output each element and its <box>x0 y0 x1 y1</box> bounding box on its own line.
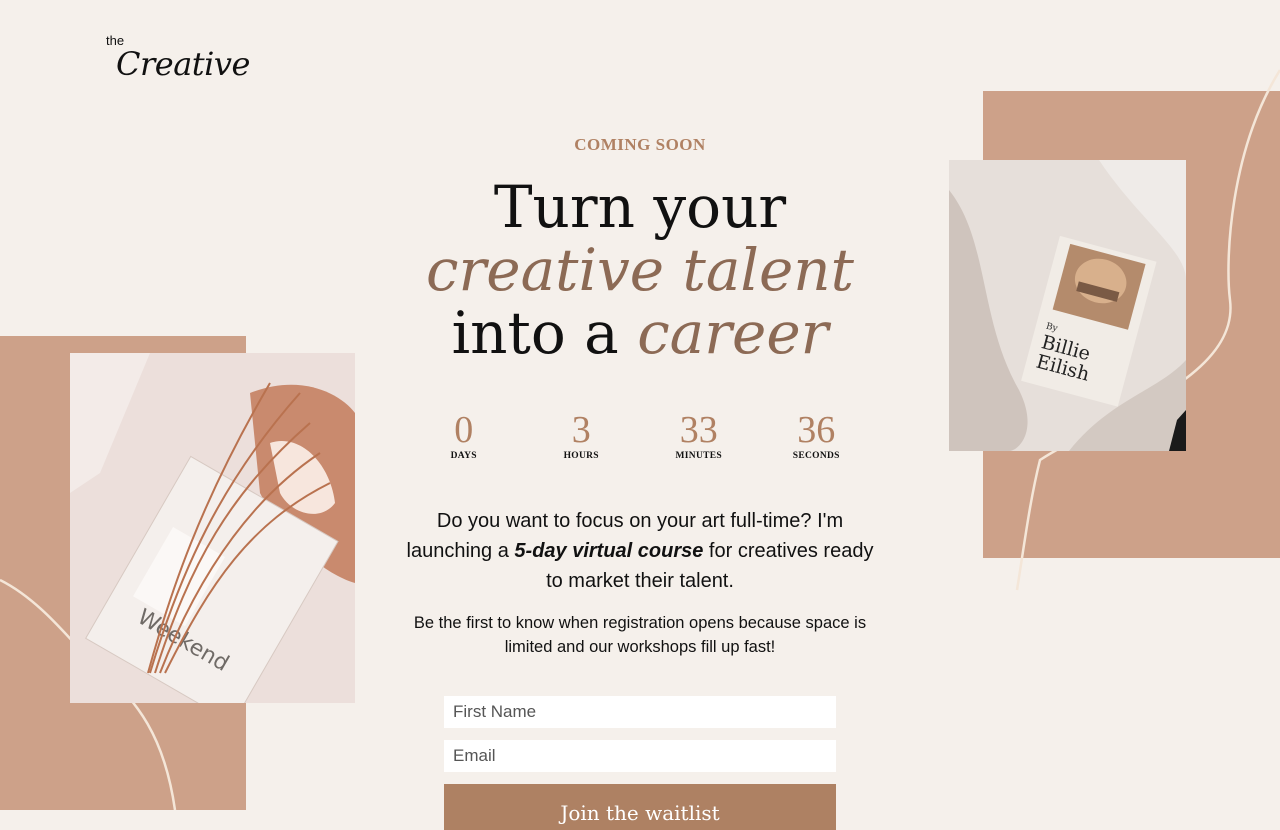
countdown-minutes: 33 MINUTES <box>640 411 758 461</box>
countdown-seconds-label: SECONDS <box>792 451 840 461</box>
countdown-timer: 0 DAYS 3 HOURS 33 MINUTES 36 SECONDS <box>405 411 875 461</box>
countdown-minutes-value: 33 <box>679 409 718 451</box>
countdown-days: 0 DAYS <box>405 411 523 461</box>
intro-course-emphasis: 5-day virtual course <box>514 540 704 562</box>
headline-line-3: into a career <box>380 302 900 365</box>
coming-soon-eyebrow: COMING SOON <box>574 135 706 154</box>
headline-line-2: creative talent <box>426 236 854 304</box>
headline-line-3-accent: career <box>637 299 829 367</box>
site-logo[interactable]: the Creative <box>106 34 250 83</box>
countdown-seconds: 36 SECONDS <box>758 411 876 461</box>
hero-headline: Turn your creative talent into a career <box>380 176 900 365</box>
countdown-days-label: DAYS <box>450 451 477 461</box>
countdown-days-value: 0 <box>454 409 474 451</box>
countdown-minutes-label: MINUTES <box>675 451 722 461</box>
countdown-seconds-value: 36 <box>797 409 836 451</box>
registration-note: Be the first to know when registration o… <box>413 614 867 656</box>
book-photo-art: By Billie Eilish <box>949 160 1186 451</box>
countdown-hours-value: 3 <box>571 409 591 451</box>
magazine-photo-art: Weekend <box>70 353 355 703</box>
countdown-hours-label: HOURS <box>563 451 599 461</box>
headline-line-3-plain: into a <box>451 299 638 367</box>
email-input[interactable] <box>444 740 836 772</box>
magazine-photo: Weekend <box>70 353 355 703</box>
intro-paragraph: Do you want to focus on your art full-ti… <box>400 506 880 596</box>
first-name-input[interactable] <box>444 696 836 728</box>
logo-main-text: Creative <box>116 45 250 83</box>
join-waitlist-button[interactable]: Join the waitlist <box>444 784 836 830</box>
headline-line-1: Turn your <box>493 173 787 241</box>
book-photo: By Billie Eilish <box>949 160 1186 451</box>
countdown-hours: 3 HOURS <box>523 411 641 461</box>
